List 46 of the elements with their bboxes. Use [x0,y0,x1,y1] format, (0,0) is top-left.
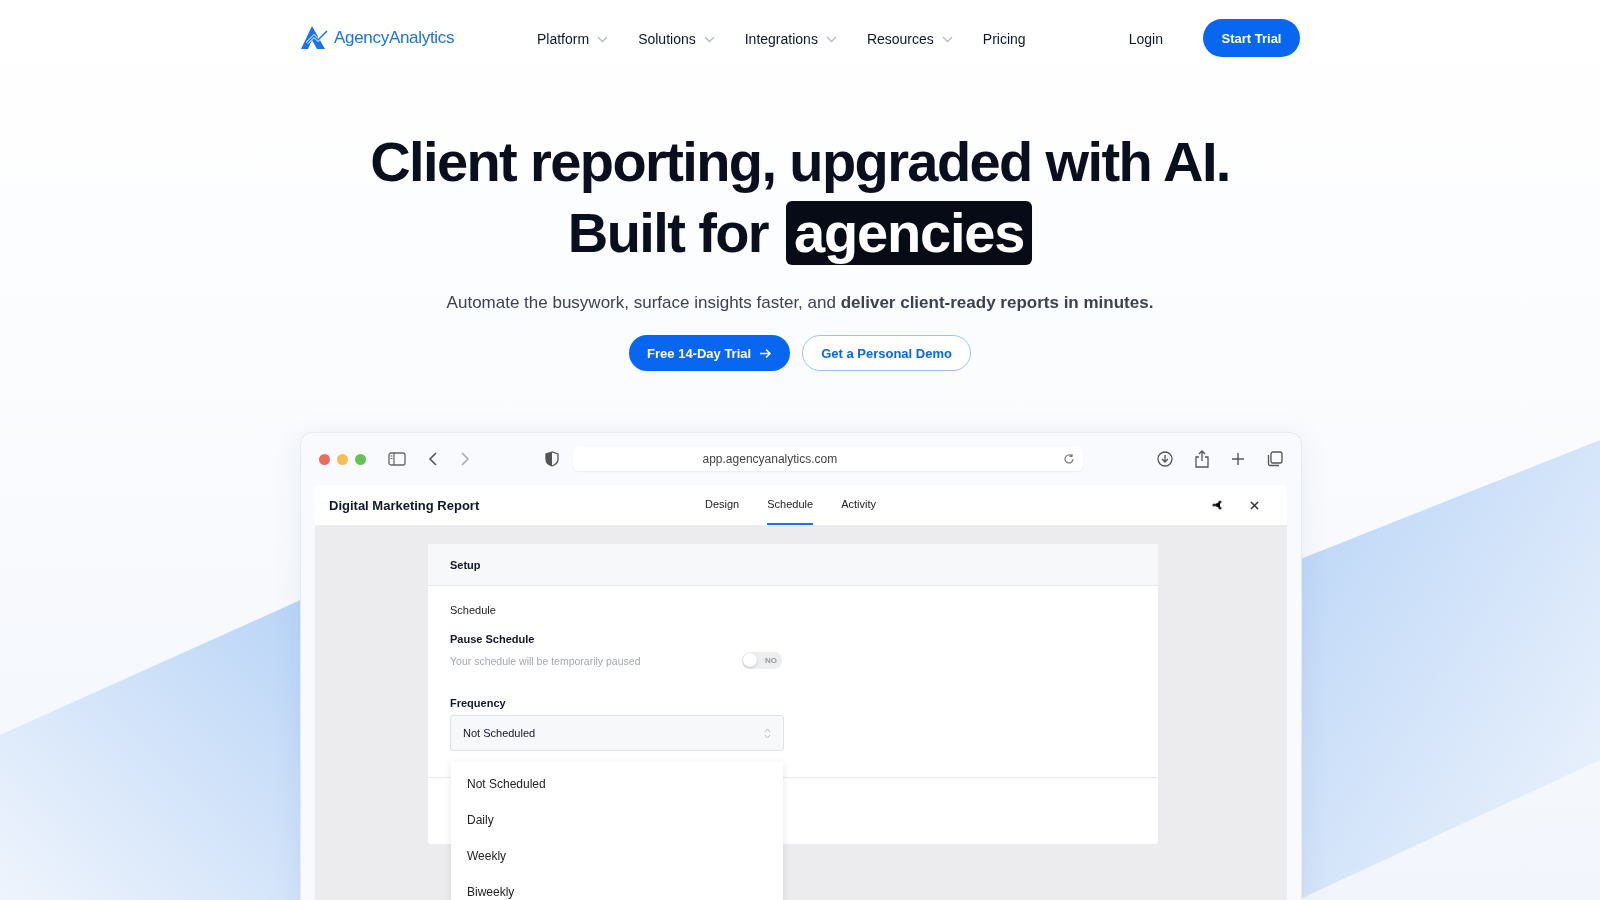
nav-menu-item[interactable]: Platform [537,29,609,47]
nav-menu-item[interactable]: Integrations [744,29,837,47]
personal-demo-button[interactable]: Get a Personal Demo [802,335,971,371]
dropdown-option[interactable]: Daily [451,802,783,838]
close-window-icon[interactable] [319,453,330,465]
sidebar-icon[interactable] [388,452,406,466]
close-icon[interactable] [1250,500,1259,510]
nav-menu-item[interactable]: Resources [866,29,953,47]
dropdown-option[interactable]: Biweekly [451,874,783,900]
new-tab-icon[interactable] [1231,452,1245,466]
section-label: Schedule [450,604,497,616]
report-tab[interactable]: Design [705,485,740,525]
card-title: Setup [450,558,481,571]
up-down-caret-icon [764,727,771,739]
nav-menu-item[interactable]: Solutions [638,29,715,47]
arrow-right-icon [759,347,773,359]
report-tab[interactable]: Activity [841,485,876,525]
field-hint: Your schedule will be temporarily paused [450,654,641,667]
start-trial-button[interactable]: Start Trial [1203,19,1300,57]
hero-headline: Built for [567,202,769,264]
logo-wordmark[interactable]: AgencyAnalytics [334,28,455,48]
share-icon[interactable] [1195,450,1209,468]
hero-headline: Client reporting, upgraded with AI. [370,131,1230,193]
tabs-overview-icon[interactable] [1267,451,1283,467]
dropdown-option[interactable]: Not Scheduled [451,766,783,802]
chevron-down-icon [703,35,715,43]
back-icon[interactable] [428,452,438,466]
logo-icon[interactable] [299,24,329,52]
frequency-select[interactable]: Not Scheduled [450,715,784,751]
reload-icon[interactable] [1062,453,1075,465]
report-title: Digital Marketing Report [329,497,481,513]
highlighted-word: agencies [786,201,1033,265]
share-icon[interactable] [1212,500,1222,510]
address-bar[interactable]: app.agencyanalytics.com [572,447,1083,471]
field-label: Pause Schedule [450,633,536,645]
chevron-down-icon [825,35,837,43]
chevron-down-icon [597,35,609,43]
hero-subtitle: Automate the busywork, surface insights faster, and deliver client-ready reports in minutes. [446,293,1154,313]
download-icon[interactable] [1157,451,1173,467]
login-link[interactable]: Login [1128,29,1163,47]
chevron-down-icon [941,35,953,43]
field-label: Frequency [450,697,507,709]
free-trial-button[interactable]: Free 14-Day Trial [629,335,791,371]
shield-icon[interactable] [544,451,559,467]
dropdown-option[interactable]: Weekly [451,838,783,874]
nav-menu-item[interactable]: Pricing [982,29,1026,47]
